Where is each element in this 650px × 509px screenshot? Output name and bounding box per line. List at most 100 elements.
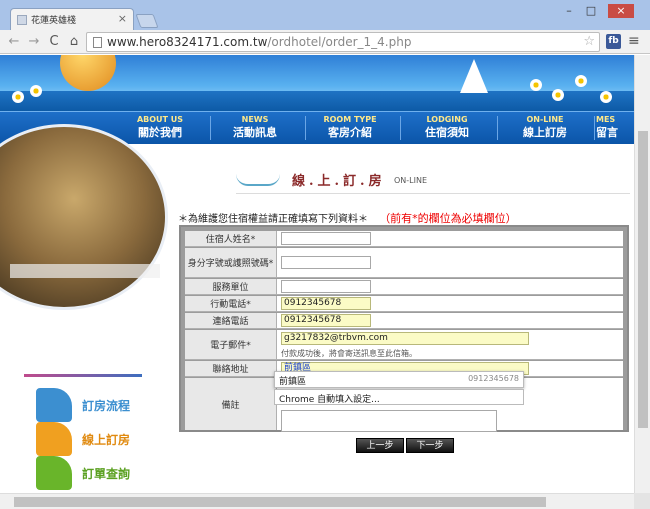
form-row-id: 身分字號或護照號碼* — [185, 248, 623, 278]
sailboat-illustration — [460, 59, 488, 93]
address-bar[interactable]: www.hero8324171.com.tw/ordhotel/order_1_… — [86, 32, 600, 52]
phone-label: 連絡電話 — [185, 313, 277, 328]
hotel-photo — [0, 124, 175, 310]
form-row-email: 電子郵件* g3217832@trbvm.com 付款成功後，將會寄送訊息至此信… — [185, 330, 623, 360]
vertical-scroll-thumb[interactable] — [638, 131, 648, 428]
name-input[interactable] — [281, 232, 371, 245]
horizontal-scroll-thumb[interactable] — [14, 497, 546, 507]
page-viewport: ABOUT US 關於我們 NEWS 活動訊息 ROOM TYPE 客房介紹 L… — [0, 55, 634, 493]
photo-railing — [10, 264, 160, 278]
form-row-name: 住宿人姓名* — [185, 231, 623, 247]
form-notice: ＊為維護您住宿權益請正確填寫下列資料＊ （前有*的欄位為必填欄位） — [178, 210, 517, 226]
nav-divider — [594, 116, 595, 140]
sidebar-link-online-booking[interactable]: 線上訂房 — [36, 422, 136, 456]
url-path: /ordhotel/order_1_4.php — [267, 35, 412, 49]
minimize-button[interactable]: – — [560, 4, 578, 18]
autofill-address: 前鎮區 — [279, 377, 307, 387]
new-tab-button[interactable] — [135, 14, 159, 28]
nav-label-en: MES — [596, 115, 616, 124]
forward-arrow-icon[interactable]: → — [26, 34, 42, 50]
favicon-icon — [17, 15, 27, 25]
flower-icon — [552, 89, 564, 101]
sidebar-link-label: 線上訂房 — [82, 433, 131, 447]
banner-image — [0, 55, 634, 111]
window-close-button[interactable]: × — [608, 4, 634, 18]
nav-label-zh: 客房介紹 — [328, 126, 372, 139]
email-hint: 付款成功後，將會寄送訊息至此信箱。 — [281, 349, 417, 358]
nav-label-en: LODGING — [426, 115, 468, 124]
nav-label-zh: 活動訊息 — [233, 126, 277, 139]
flower-icon — [600, 91, 612, 103]
prev-step-button[interactable]: 上一步 — [356, 438, 404, 453]
sidebar-link-booking-process[interactable]: 訂房流程 — [36, 388, 136, 422]
email-input[interactable]: g3217832@trbvm.com — [281, 332, 529, 345]
nav-message[interactable]: MES 留言 — [596, 115, 634, 140]
horizontal-scrollbar[interactable] — [0, 493, 634, 509]
company-label: 服務單位 — [185, 279, 277, 294]
autofill-phone: 0912345678 — [468, 374, 519, 383]
reload-icon[interactable]: C — [46, 34, 62, 50]
back-arrow-icon[interactable]: ← — [6, 34, 22, 50]
autofill-suggestion[interactable]: 前鎮區 0912345678 — [274, 371, 524, 388]
nav-divider — [497, 116, 498, 140]
form-row-phone: 連絡電話 0912345678 — [185, 313, 623, 329]
flower-icon — [30, 85, 42, 97]
home-icon[interactable]: ⌂ — [66, 34, 82, 50]
flower-icon — [530, 79, 542, 91]
browser-menu-icon[interactable]: ≡ — [628, 33, 640, 49]
nav-label-en: ABOUT US — [136, 115, 184, 124]
nav-divider — [400, 116, 401, 140]
sidebar-link-label: 訂房流程 — [82, 399, 131, 413]
page-icon — [93, 37, 102, 48]
url-host: www.hero8324171.com.tw — [107, 35, 268, 49]
id-label: 身分字號或護照號碼* — [185, 248, 277, 277]
order-lookup-icon — [36, 456, 72, 490]
nav-about-us[interactable]: ABOUT US 關於我們 — [115, 115, 205, 140]
notice-text: ＊為維護您住宿權益請正確填寫下列資料＊ — [178, 214, 368, 225]
nav-lodging[interactable]: LODGING 住宿須知 — [402, 115, 492, 140]
bookmark-star-icon[interactable]: ☆ — [583, 34, 595, 49]
browser-toolbar: ← → C ⌂ www.hero8324171.com.tw/ordhotel/… — [0, 30, 650, 54]
facebook-extension-icon[interactable]: fb — [606, 34, 621, 49]
address-label: 聯絡地址 — [185, 361, 277, 376]
vertical-scrollbar[interactable] — [634, 55, 650, 493]
id-number-input[interactable] — [281, 256, 371, 269]
nav-label-zh: 留言 — [596, 126, 618, 139]
nav-label-en: ROOM TYPE — [323, 115, 377, 124]
nav-news[interactable]: NEWS 活動訊息 — [210, 115, 300, 140]
nav-label-zh: 關於我們 — [138, 126, 182, 139]
wave-ornament-icon — [236, 174, 280, 186]
flower-icon — [575, 75, 587, 87]
booking-process-icon — [36, 388, 72, 422]
email-label: 電子郵件* — [185, 330, 277, 359]
next-step-button[interactable]: 下一步 — [406, 438, 454, 453]
online-booking-icon — [36, 422, 72, 456]
tab-title: 花蓮英雄棧 — [31, 16, 77, 26]
form-row-company: 服務單位 — [185, 279, 623, 295]
nav-label-en: ON-LINE — [526, 115, 564, 124]
nav-online-booking[interactable]: ON-LINE 線上訂房 — [500, 115, 590, 140]
nav-room-type[interactable]: ROOM TYPE 客房介紹 — [305, 115, 395, 140]
url-text[interactable]: www.hero8324171.com.tw/ordhotel/order_1_… — [107, 35, 411, 49]
sidebar-link-order-lookup[interactable]: 訂單查詢 — [36, 456, 136, 490]
phone-input[interactable]: 0912345678 — [281, 314, 371, 327]
nav-label-en: NEWS — [241, 115, 269, 124]
mobile-input[interactable]: 0912345678 — [281, 297, 371, 310]
sidebar-divider — [24, 374, 142, 377]
page-title-en: ON-LINE — [394, 176, 428, 185]
maximize-button[interactable]: □ — [582, 4, 600, 18]
mobile-label: 行動電話* — [185, 296, 277, 311]
company-input[interactable] — [281, 280, 371, 293]
required-note: （前有*的欄位為必填欄位） — [379, 212, 517, 225]
tab-close-icon[interactable]: × — [118, 12, 127, 25]
browser-tab[interactable]: 花蓮英雄棧 × — [10, 8, 134, 31]
autofill-settings-link[interactable]: Chrome 自動填入設定... — [274, 389, 524, 405]
balloon-illustration — [60, 55, 116, 91]
window-titlebar: 花蓮英雄棧 × – □ × — [0, 0, 650, 31]
note-textarea[interactable] — [281, 410, 497, 432]
left-sidebar: 訂房流程 線上訂房 訂單查詢 — [0, 124, 175, 493]
note-label: 備註 — [185, 378, 277, 430]
nav-label-zh: 線上訂房 — [523, 126, 567, 139]
title-divider — [236, 193, 630, 194]
sculpture-photo — [0, 124, 168, 310]
